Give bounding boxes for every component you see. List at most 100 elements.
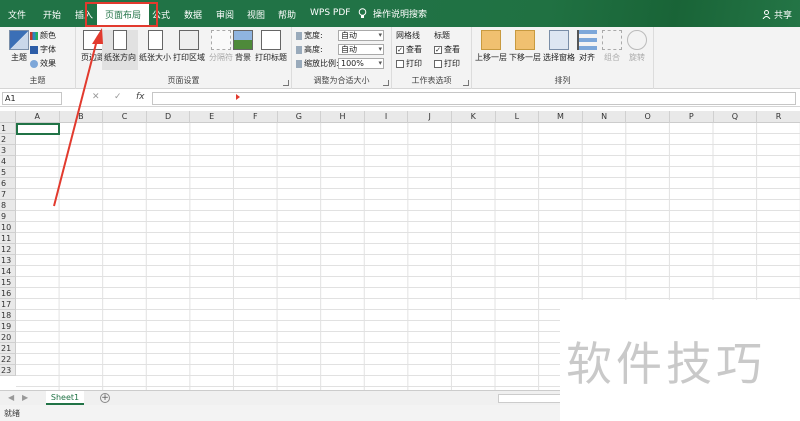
active-cell-a1[interactable] <box>16 123 60 135</box>
height-select[interactable]: 自动 <box>338 44 384 55</box>
column-header-e[interactable]: E <box>190 111 234 123</box>
column-header-j[interactable]: J <box>408 111 452 123</box>
width-select[interactable]: 自动 <box>338 30 384 41</box>
column-header-o[interactable]: O <box>626 111 670 123</box>
column-header-l[interactable]: L <box>495 111 540 123</box>
column-header-r[interactable]: R <box>757 111 800 123</box>
column-header-n[interactable]: N <box>582 111 627 123</box>
column-header-c[interactable]: C <box>103 111 147 123</box>
select-all-corner[interactable] <box>0 111 16 123</box>
scale-label: 缩放比例: <box>304 59 339 68</box>
selection-pane-label: 选择窗格 <box>543 53 575 62</box>
tab-home[interactable]: 开始 <box>43 8 61 21</box>
formula-input[interactable] <box>152 92 796 105</box>
tab-view[interactable]: 视图 <box>247 8 265 21</box>
fonts-button[interactable]: 字体 <box>30 44 56 55</box>
row-header-1[interactable]: 1 <box>0 123 16 134</box>
group-button[interactable]: 组合 <box>600 30 624 63</box>
column-header-a[interactable]: A <box>16 111 60 123</box>
name-box[interactable]: A1 <box>2 92 62 105</box>
column-header-i[interactable]: I <box>364 111 409 123</box>
send-backward-label: 下移一层 <box>509 53 541 62</box>
row-header-23[interactable]: 23 <box>0 365 16 376</box>
gridlines-print-checkbox[interactable]: 打印 <box>396 58 422 69</box>
print-area-button[interactable]: 打印区域 <box>172 30 206 63</box>
row-header-22[interactable]: 22 <box>0 354 16 365</box>
scale-launcher-icon[interactable] <box>383 80 389 86</box>
row-header-19[interactable]: 19 <box>0 321 16 332</box>
row-header-13[interactable]: 13 <box>0 255 16 266</box>
column-header-k[interactable]: K <box>452 111 496 123</box>
row-header-12[interactable]: 12 <box>0 244 16 255</box>
align-button[interactable]: 对齐 <box>574 30 600 63</box>
tab-help[interactable]: 帮助 <box>278 8 296 21</box>
tab-review[interactable]: 审阅 <box>216 8 234 21</box>
selection-pane-button[interactable]: 选择窗格 <box>542 30 576 63</box>
enter-icon[interactable]: ✓ <box>114 92 122 102</box>
headings-title: 标题 <box>434 31 450 40</box>
bring-forward-icon <box>481 30 501 50</box>
column-header-p[interactable]: P <box>670 111 714 123</box>
row-header-11[interactable]: 11 <box>0 233 16 244</box>
page-setup-launcher-icon[interactable] <box>283 80 289 86</box>
row-header-2[interactable]: 2 <box>0 134 16 145</box>
headings-print-checkbox[interactable]: 打印 <box>434 58 460 69</box>
print-titles-button[interactable]: 打印标题 <box>254 30 288 63</box>
send-backward-button[interactable]: 下移一层 <box>508 30 542 63</box>
column-header-d[interactable]: D <box>146 111 191 123</box>
colors-button[interactable]: 颜色 <box>30 30 56 41</box>
row-header-5[interactable]: 5 <box>0 167 16 178</box>
checkmark-icon: ✓ <box>434 45 442 54</box>
column-header-q[interactable]: Q <box>713 111 758 123</box>
row-header-16[interactable]: 16 <box>0 288 16 299</box>
row-header-4[interactable]: 4 <box>0 156 16 167</box>
rotate-button[interactable]: 旋转 <box>624 30 650 63</box>
tell-me-label: 操作说明搜索 <box>373 10 428 20</box>
column-header-m[interactable]: M <box>539 111 583 123</box>
group-icon <box>602 30 622 50</box>
background-label: 背景 <box>235 53 251 62</box>
column-header-b[interactable]: B <box>59 111 104 123</box>
cancel-icon[interactable]: ✕ <box>92 92 100 102</box>
tab-wps-pdf[interactable]: WPS PDF <box>310 8 350 18</box>
height-row: 高度: 自动 <box>296 44 384 55</box>
row-header-6[interactable]: 6 <box>0 178 16 189</box>
insert-function-icon[interactable]: fx <box>136 92 145 102</box>
effects-button[interactable]: 效果 <box>30 58 56 69</box>
tab-data[interactable]: 数据 <box>184 8 202 21</box>
size-button[interactable]: 纸张大小 <box>138 30 172 63</box>
paper-size-icon <box>147 30 163 50</box>
row-header-14[interactable]: 14 <box>0 266 16 277</box>
row-header-8[interactable]: 8 <box>0 200 16 211</box>
gridlines-view-label: 查看 <box>406 45 422 54</box>
prev-sheet-icon[interactable]: ◀ <box>8 393 14 402</box>
row-header-21[interactable]: 21 <box>0 343 16 354</box>
row-header-18[interactable]: 18 <box>0 310 16 321</box>
row-header-15[interactable]: 15 <box>0 277 16 288</box>
checkmark-icon: ✓ <box>396 45 404 54</box>
row-header-7[interactable]: 7 <box>0 189 16 200</box>
share-button[interactable]: 共享 <box>762 8 792 21</box>
headings-view-checkbox[interactable]: ✓ 查看 <box>434 44 460 55</box>
orientation-button[interactable]: 纸张方向 <box>102 30 138 70</box>
bring-forward-button[interactable]: 上移一层 <box>474 30 508 63</box>
checkbox-empty-icon <box>434 59 442 68</box>
row-header-10[interactable]: 10 <box>0 222 16 233</box>
column-header-g[interactable]: G <box>277 111 322 123</box>
scale-stepper[interactable]: 100% <box>338 58 384 69</box>
sheet-options-launcher-icon[interactable] <box>463 80 469 86</box>
row-header-3[interactable]: 3 <box>0 145 16 156</box>
row-header-20[interactable]: 20 <box>0 332 16 343</box>
tell-me-search[interactable]: 操作说明搜索 <box>358 7 427 20</box>
column-header-h[interactable]: H <box>321 111 365 123</box>
gridlines-view-checkbox[interactable]: ✓ 查看 <box>396 44 422 55</box>
row-header-17[interactable]: 17 <box>0 299 16 310</box>
add-sheet-icon[interactable]: + <box>100 393 110 403</box>
group-label-themes: 主题 <box>29 76 46 85</box>
row-header-9[interactable]: 9 <box>0 211 16 222</box>
column-header-f[interactable]: F <box>234 111 278 123</box>
next-sheet-icon[interactable]: ▶ <box>22 393 28 402</box>
sheet-tab-sheet1[interactable]: Sheet1 <box>46 391 84 405</box>
tab-file[interactable]: 文件 <box>8 8 26 21</box>
height-icon <box>296 45 302 54</box>
